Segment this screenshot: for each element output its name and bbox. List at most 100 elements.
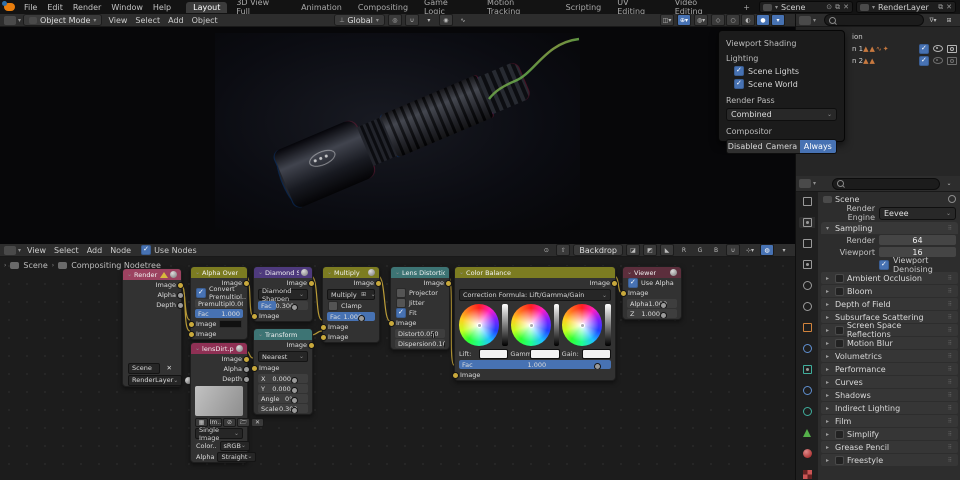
output-socket[interactable] [243, 366, 250, 373]
convert-premultipl-checkbox[interactable] [196, 288, 206, 298]
menu-window[interactable]: Window [106, 3, 148, 12]
render-samples-field[interactable]: 64 [879, 235, 956, 245]
menu-help[interactable]: Help [148, 3, 176, 12]
properties-tab-texture[interactable] [799, 469, 815, 480]
node-header[interactable]: ⌄Multiply [323, 267, 379, 278]
single-image-dropdown[interactable]: Single Image⌄ [195, 428, 243, 439]
editor-type-compositor-icon[interactable] [4, 246, 16, 255]
scale-field[interactable]: Scale0.300 [258, 404, 308, 413]
input-socket[interactable] [291, 387, 298, 393]
node-header[interactable]: ⌄Lens Distortion [391, 267, 449, 278]
section-film[interactable]: ▸Film⠿ [821, 415, 958, 427]
node-preview-icon[interactable] [670, 269, 677, 276]
liftswatch[interactable] [479, 349, 508, 359]
shading-solid-button[interactable]: ○ [726, 14, 740, 26]
dispersion-field[interactable]: Dispersion0.100 [395, 339, 445, 348]
node-header[interactable]: ⌄Diamond Sharpen [254, 267, 312, 278]
input-socket[interactable] [660, 302, 667, 308]
collapse-chevron-icon[interactable]: ⌄ [327, 269, 332, 276]
node-diamond-sharpen[interactable]: ⌄Diamond SharpenImageDiamond Sharpen⌄Fac… [253, 266, 313, 322]
node-viewer[interactable]: ⌄ViewerUse AlphaImageAlpha1.000Z1.000 [622, 266, 682, 320]
shading-wireframe-button[interactable]: ◇ [711, 14, 725, 26]
distort-field[interactable]: Distort0.050 [395, 329, 445, 338]
output-socket[interactable] [445, 280, 452, 287]
gammaswatch[interactable] [530, 349, 559, 359]
menu-render[interactable]: Render [68, 3, 106, 12]
gamma-value-slider[interactable] [554, 304, 560, 346]
breadcrumb-scene[interactable]: Scene [835, 195, 859, 204]
section-indirect-lighting[interactable]: ▸Indirect Lighting⠿ [821, 402, 958, 414]
properties-tab-view-layer[interactable] [799, 259, 815, 270]
new-layer-icon[interactable]: ⧉ [938, 3, 943, 12]
section-curves[interactable]: ▸Curves⠿ [821, 376, 958, 388]
proportional-editing-toggle[interactable]: ◉ [439, 14, 453, 26]
output-socket[interactable] [177, 282, 184, 289]
remove-layer-icon[interactable]: ✕ [946, 3, 952, 11]
compositor-option-disabled[interactable]: Disabled [727, 140, 763, 153]
scene-selector[interactable]: ▾ Scene ⊙ ⧉ ✕ [759, 1, 853, 13]
menu-file[interactable]: File [19, 3, 42, 12]
snap-dropdown[interactable]: ▾ [422, 14, 436, 26]
viewport-menu-view[interactable]: View [104, 16, 131, 25]
section-ambient-occlusion[interactable]: ▸Ambient Occlusion⠿ [821, 272, 958, 284]
pin-icon[interactable]: ⊙ [826, 3, 832, 11]
fac-field[interactable]: Fac1.000 [459, 360, 611, 369]
section-depth-of-field[interactable]: ▸Depth of Field⠿ [821, 298, 958, 310]
viewport-menu-add[interactable]: Add [164, 16, 188, 25]
collapse-chevron-icon[interactable]: ⌄ [395, 269, 400, 276]
scene-lights-row[interactable]: Scene Lights [734, 66, 837, 76]
properties-tab-output[interactable] [799, 238, 815, 249]
output-socket[interactable] [243, 376, 250, 383]
diamond-sharpen-dropdown[interactable]: Diamond Sharpen⌄ [258, 289, 308, 300]
properties-tab-object-data[interactable] [799, 427, 815, 438]
fac-field[interactable]: Fac0.300 [258, 301, 308, 310]
eye-icon[interactable] [933, 45, 943, 52]
output-socket[interactable] [611, 280, 618, 287]
snap-magnet-toggle[interactable]: ∪ [726, 244, 740, 256]
input-socket[interactable] [188, 321, 195, 328]
input-socket[interactable] [251, 313, 258, 320]
render-layer-dropdown[interactable]: RenderLayer⌄ [128, 375, 182, 386]
node-preview-icon[interactable] [170, 271, 177, 278]
input-socket[interactable] [291, 397, 298, 403]
screen-space-reflections-checkbox[interactable] [835, 326, 844, 335]
properties-tab-world[interactable] [799, 301, 815, 312]
workspace-tab-layout[interactable]: Layout [186, 2, 227, 13]
selectable-checkbox[interactable] [919, 56, 929, 66]
bloom-checkbox[interactable] [835, 287, 844, 296]
new-collection-button[interactable]: ⊞ [942, 14, 956, 26]
node-transform[interactable]: ⌄TransformImageNearest⌄ImageX0.000Y0.000… [253, 328, 313, 415]
shading-rendered-button[interactable]: ● [756, 14, 770, 26]
z-field[interactable]: Z1.000 [627, 309, 677, 318]
backdrop-alpha-button[interactable]: ◩ [643, 244, 657, 256]
section-volumetrics[interactable]: ▸Volumetrics⠿ [821, 350, 958, 362]
input-socket[interactable] [291, 377, 298, 383]
collapse-chevron-icon[interactable]: ⌄ [258, 269, 263, 276]
collapse-chevron-icon[interactable]: ⌄ [195, 345, 200, 352]
properties-tab-constraints[interactable] [799, 406, 815, 417]
input-socket[interactable] [291, 407, 298, 413]
use-alpha-checkbox[interactable] [628, 278, 638, 288]
selectable-checkbox[interactable] [919, 44, 929, 54]
shading-material-button[interactable]: ◐ [741, 14, 755, 26]
lift-value-slider[interactable] [502, 304, 508, 346]
node-header[interactable]: ⌄Render Layers [123, 269, 181, 280]
input-socket[interactable] [320, 324, 327, 331]
input-socket[interactable] [188, 331, 195, 338]
color-dropdown[interactable]: sRGB⌄ [220, 441, 250, 451]
node-editor-canvas[interactable]: › Scene › Compositing Nodetree ⌄Render L… [0, 257, 795, 480]
node-render-layers[interactable]: ⌄Render LayersImageAlphaDepthScene✕Rende… [122, 268, 182, 387]
sampling-section-header[interactable]: ▾ Sampling ⠿ [821, 222, 958, 234]
properties-tab-render[interactable] [799, 217, 815, 228]
node-header[interactable]: ⌄Transform [254, 329, 312, 340]
overlays-dropdown[interactable]: ◍▾ [694, 14, 708, 26]
gain-value-slider[interactable] [605, 304, 611, 346]
scene-selector[interactable]: Scene [128, 363, 160, 374]
scene-lights-checkbox[interactable] [734, 66, 744, 76]
scene-world-checkbox[interactable] [734, 79, 744, 89]
properties-tab-particles[interactable] [799, 364, 815, 375]
pivot-point-dropdown[interactable]: ◎ [388, 14, 402, 26]
outliner-search[interactable] [824, 14, 924, 26]
workspace-tab-scripting[interactable]: Scripting [559, 2, 609, 13]
transform-orientation[interactable]: ⟂ Global ▾ [334, 14, 385, 26]
